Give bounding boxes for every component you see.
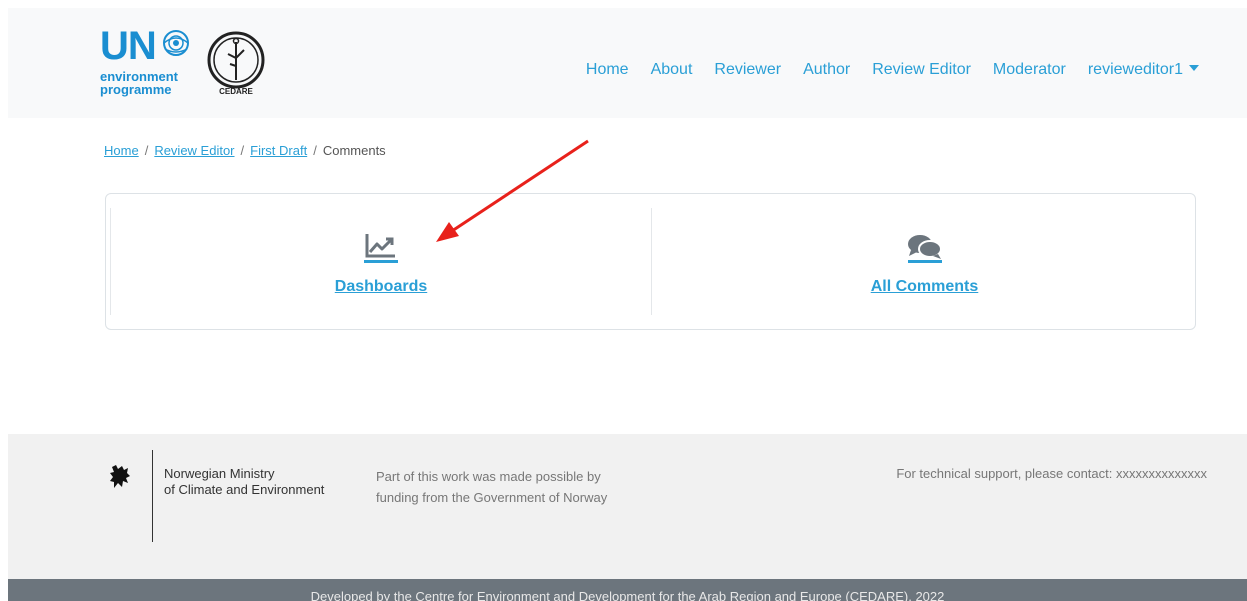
page: UN environment programme CEDARE Home Abo…	[0, 0, 1247, 601]
ministry-line1: Norwegian Ministry	[164, 466, 275, 481]
breadcrumb-separator: /	[144, 143, 149, 158]
breadcrumb-review-editor[interactable]: Review Editor	[154, 143, 234, 158]
bottom-bar: Developed by the Centre for Environment …	[8, 579, 1247, 601]
options-card: Dashboards All Comments	[105, 193, 1196, 330]
breadcrumb-separator: /	[240, 143, 245, 158]
nav-author[interactable]: Author	[803, 60, 850, 80]
ministry-line2: of Climate and Environment	[164, 482, 325, 497]
un-logo-letters: UN	[100, 24, 157, 68]
cedare-logo[interactable]: CEDARE	[204, 28, 268, 98]
main-nav: Home About Reviewer Author Review Editor…	[564, 60, 1199, 80]
nav-home[interactable]: Home	[586, 60, 629, 80]
breadcrumb-home[interactable]: Home	[104, 143, 139, 158]
dashboards-link[interactable]: Dashboards	[111, 278, 651, 296]
nav-moderator[interactable]: Moderator	[993, 60, 1066, 80]
breadcrumb-current: Comments	[322, 143, 386, 158]
nav-review-editor[interactable]: Review Editor	[872, 60, 971, 80]
cedare-logo-text: CEDARE	[219, 87, 253, 96]
footer-divider	[152, 450, 153, 542]
ministry-name: Norwegian Ministry of Climate and Enviro…	[164, 466, 324, 498]
norway-lion-icon	[110, 465, 130, 488]
nav-reviewer[interactable]: Reviewer	[714, 60, 781, 80]
funding-line2: funding from the Government of Norway	[376, 490, 608, 505]
dashboards-panel[interactable]: Dashboards	[111, 194, 651, 331]
funding-line1: Part of this work was made possible by	[376, 469, 601, 484]
nav-about[interactable]: About	[651, 60, 693, 80]
funding-note: Part of this work was made possible by f…	[376, 466, 607, 508]
comments-icon	[907, 235, 942, 263]
all-comments-panel[interactable]: All Comments	[652, 194, 1197, 331]
user-menu-dropdown[interactable]: revieweditor1	[1088, 60, 1199, 80]
footer	[8, 434, 1247, 579]
header: UN environment programme CEDARE Home Abo…	[8, 8, 1247, 118]
all-comments-link[interactable]: All Comments	[652, 278, 1197, 296]
un-logo-line2: programme	[100, 82, 172, 97]
support-contact: For technical support, please contact: x…	[896, 466, 1207, 481]
breadcrumb: Home / Review Editor / First Draft / Comments	[104, 142, 386, 160]
breadcrumb-separator: /	[313, 143, 317, 158]
un-environment-logo[interactable]: UN environment programme	[100, 26, 196, 102]
breadcrumb-first-draft[interactable]: First Draft	[250, 143, 307, 158]
chart-line-icon	[364, 234, 398, 263]
credit-text: Developed by the Centre for Environment …	[310, 589, 945, 601]
un-emblem-icon	[163, 30, 189, 56]
caret-down-icon	[1189, 65, 1199, 71]
user-menu-label: revieweditor1	[1087, 61, 1183, 78]
